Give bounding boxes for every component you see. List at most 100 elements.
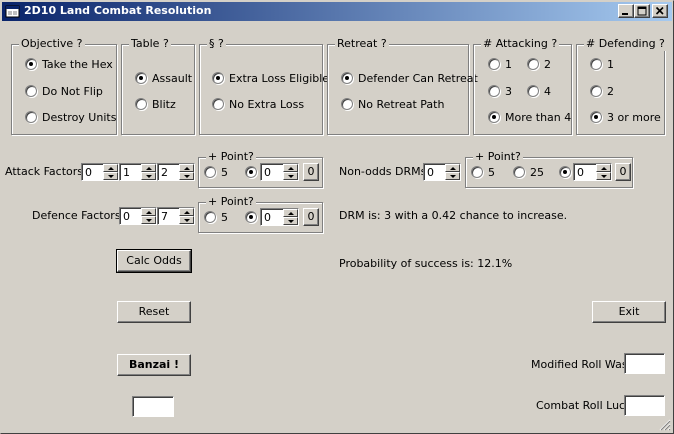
radio-circle bbox=[590, 58, 602, 70]
radio-circle bbox=[341, 72, 353, 84]
radio-circle bbox=[590, 85, 602, 97]
defence-point-zero-button[interactable]: 0 bbox=[303, 208, 319, 226]
main-window: 2D10 Land Combat Resolution Objective ? … bbox=[0, 0, 674, 434]
attacking-group: # Attacking ? 1 2 3 4 More than 4 bbox=[473, 37, 572, 135]
radio-circle bbox=[212, 72, 224, 84]
defence-factor-2-stepper[interactable]: 7 bbox=[157, 207, 195, 225]
defence-point-group: + Point? 5 0 0 bbox=[198, 195, 323, 233]
combat-roll-luck-field[interactable] bbox=[624, 395, 665, 416]
stepper-value: 1 bbox=[123, 166, 130, 179]
spin-up-button[interactable] bbox=[283, 164, 298, 172]
spin-down-button[interactable] bbox=[283, 172, 298, 180]
resize-grip-icon[interactable] bbox=[659, 419, 671, 431]
defence-point-legend: + Point? bbox=[206, 195, 256, 209]
radio-label: Blitz bbox=[152, 98, 176, 111]
radio-label: 4 bbox=[544, 85, 551, 98]
radio-label: 5 bbox=[221, 211, 228, 224]
defending-group: # Defending ? 1 2 3 or more bbox=[576, 37, 667, 135]
radio-circle bbox=[527, 58, 539, 70]
retreat-group: Retreat ? Defender Can Retreat No Retrea… bbox=[327, 37, 478, 135]
spin-up-button[interactable] bbox=[141, 208, 156, 216]
app-icon bbox=[5, 5, 20, 18]
attack-point-stepper[interactable]: 0 bbox=[260, 163, 299, 181]
modified-roll-field[interactable] bbox=[624, 353, 665, 374]
radio-circle bbox=[513, 166, 525, 178]
radio-dot bbox=[249, 215, 253, 219]
spin-down-button[interactable] bbox=[445, 172, 460, 180]
section-group: § ? Extra Loss Eligible No Extra Loss bbox=[199, 37, 329, 135]
radio-label: 5 bbox=[488, 166, 495, 179]
attack-factor-1-stepper[interactable]: 0 bbox=[81, 163, 119, 181]
radio-dot bbox=[492, 115, 496, 119]
modified-roll-label: Modified Roll Was bbox=[531, 358, 628, 371]
spin-up-button[interactable] bbox=[179, 208, 194, 216]
radio-dot bbox=[216, 76, 220, 80]
radio-circle bbox=[488, 85, 500, 97]
spin-up-button[interactable] bbox=[283, 209, 298, 217]
spin-down-button[interactable] bbox=[141, 172, 156, 180]
calc-odds-button[interactable]: Calc Odds bbox=[116, 249, 192, 273]
radio-circle bbox=[341, 98, 353, 110]
attack-point-group: + Point? 5 0 0 bbox=[198, 150, 323, 188]
probability-result-text: Probability of success is: 12.1% bbox=[339, 257, 513, 270]
non-odds-point-legend: + Point? bbox=[473, 150, 523, 164]
radio-dot bbox=[29, 62, 33, 66]
radio-circle bbox=[245, 211, 257, 223]
close-button[interactable] bbox=[652, 4, 668, 18]
attack-point-zero-button[interactable]: 0 bbox=[303, 163, 319, 181]
radio-label: Destroy Units bbox=[42, 111, 117, 124]
radio-circle bbox=[488, 111, 500, 123]
attack-point-legend: + Point? bbox=[206, 150, 256, 164]
objective-legend: Objective ? bbox=[19, 37, 85, 51]
radio-label: 3 or more bbox=[607, 111, 661, 124]
radio-label: No Extra Loss bbox=[229, 98, 305, 111]
spin-up-button[interactable] bbox=[141, 164, 156, 172]
attacking-legend: # Attacking ? bbox=[481, 37, 560, 51]
spin-down-button[interactable] bbox=[596, 172, 611, 180]
stepper-value: 0 bbox=[264, 211, 271, 224]
defence-point-stepper[interactable]: 0 bbox=[260, 208, 299, 226]
window-title: 2D10 Land Combat Resolution bbox=[24, 4, 212, 17]
non-odds-drm-stepper[interactable]: 0 bbox=[423, 163, 461, 181]
radio-circle bbox=[590, 111, 602, 123]
stepper-value: 7 bbox=[161, 210, 168, 223]
defence-factors-label: Defence Factors: bbox=[32, 209, 125, 222]
reset-button[interactable]: Reset bbox=[117, 301, 191, 323]
radio-label: 5 bbox=[221, 166, 228, 179]
banzai-button[interactable]: Banzai ! bbox=[117, 354, 191, 376]
non-odds-point-stepper[interactable]: 0 bbox=[573, 163, 612, 181]
spin-down-button[interactable] bbox=[179, 172, 194, 180]
radio-circle bbox=[25, 58, 37, 70]
radio-dot bbox=[249, 170, 253, 174]
drm-result-text: DRM is: 3 with a 0.42 chance to increase… bbox=[339, 209, 568, 222]
banzai-output-field[interactable] bbox=[132, 396, 174, 417]
radio-label: 2 bbox=[544, 58, 551, 71]
retreat-legend: Retreat ? bbox=[335, 37, 389, 51]
section-legend: § ? bbox=[207, 37, 226, 51]
spin-up-button[interactable] bbox=[179, 164, 194, 172]
spin-up-button[interactable] bbox=[445, 164, 460, 172]
stepper-value: 0 bbox=[264, 166, 271, 179]
radio-label: More than 4 bbox=[505, 111, 572, 124]
spin-down-button[interactable] bbox=[103, 172, 118, 180]
attack-factor-2-stepper[interactable]: 1 bbox=[119, 163, 157, 181]
maximize-button[interactable] bbox=[634, 4, 650, 18]
exit-button[interactable]: Exit bbox=[592, 301, 666, 323]
minimize-button[interactable] bbox=[618, 4, 634, 18]
spin-down-button[interactable] bbox=[179, 216, 194, 224]
spin-down-button[interactable] bbox=[283, 217, 298, 225]
radio-dot bbox=[563, 170, 567, 174]
radio-circle bbox=[527, 85, 539, 97]
non-odds-point-zero-button[interactable]: 0 bbox=[615, 163, 631, 181]
radio-dot bbox=[345, 76, 349, 80]
title-bar[interactable]: 2D10 Land Combat Resolution bbox=[2, 2, 672, 21]
radio-dot bbox=[594, 115, 598, 119]
spin-down-button[interactable] bbox=[141, 216, 156, 224]
defence-factor-1-stepper[interactable]: 0 bbox=[119, 207, 157, 225]
spin-up-button[interactable] bbox=[103, 164, 118, 172]
radio-circle bbox=[25, 111, 37, 123]
radio-label: No Retreat Path bbox=[358, 98, 445, 111]
radio-circle bbox=[471, 166, 483, 178]
attack-factor-3-stepper[interactable]: 2 bbox=[157, 163, 195, 181]
spin-up-button[interactable] bbox=[596, 164, 611, 172]
